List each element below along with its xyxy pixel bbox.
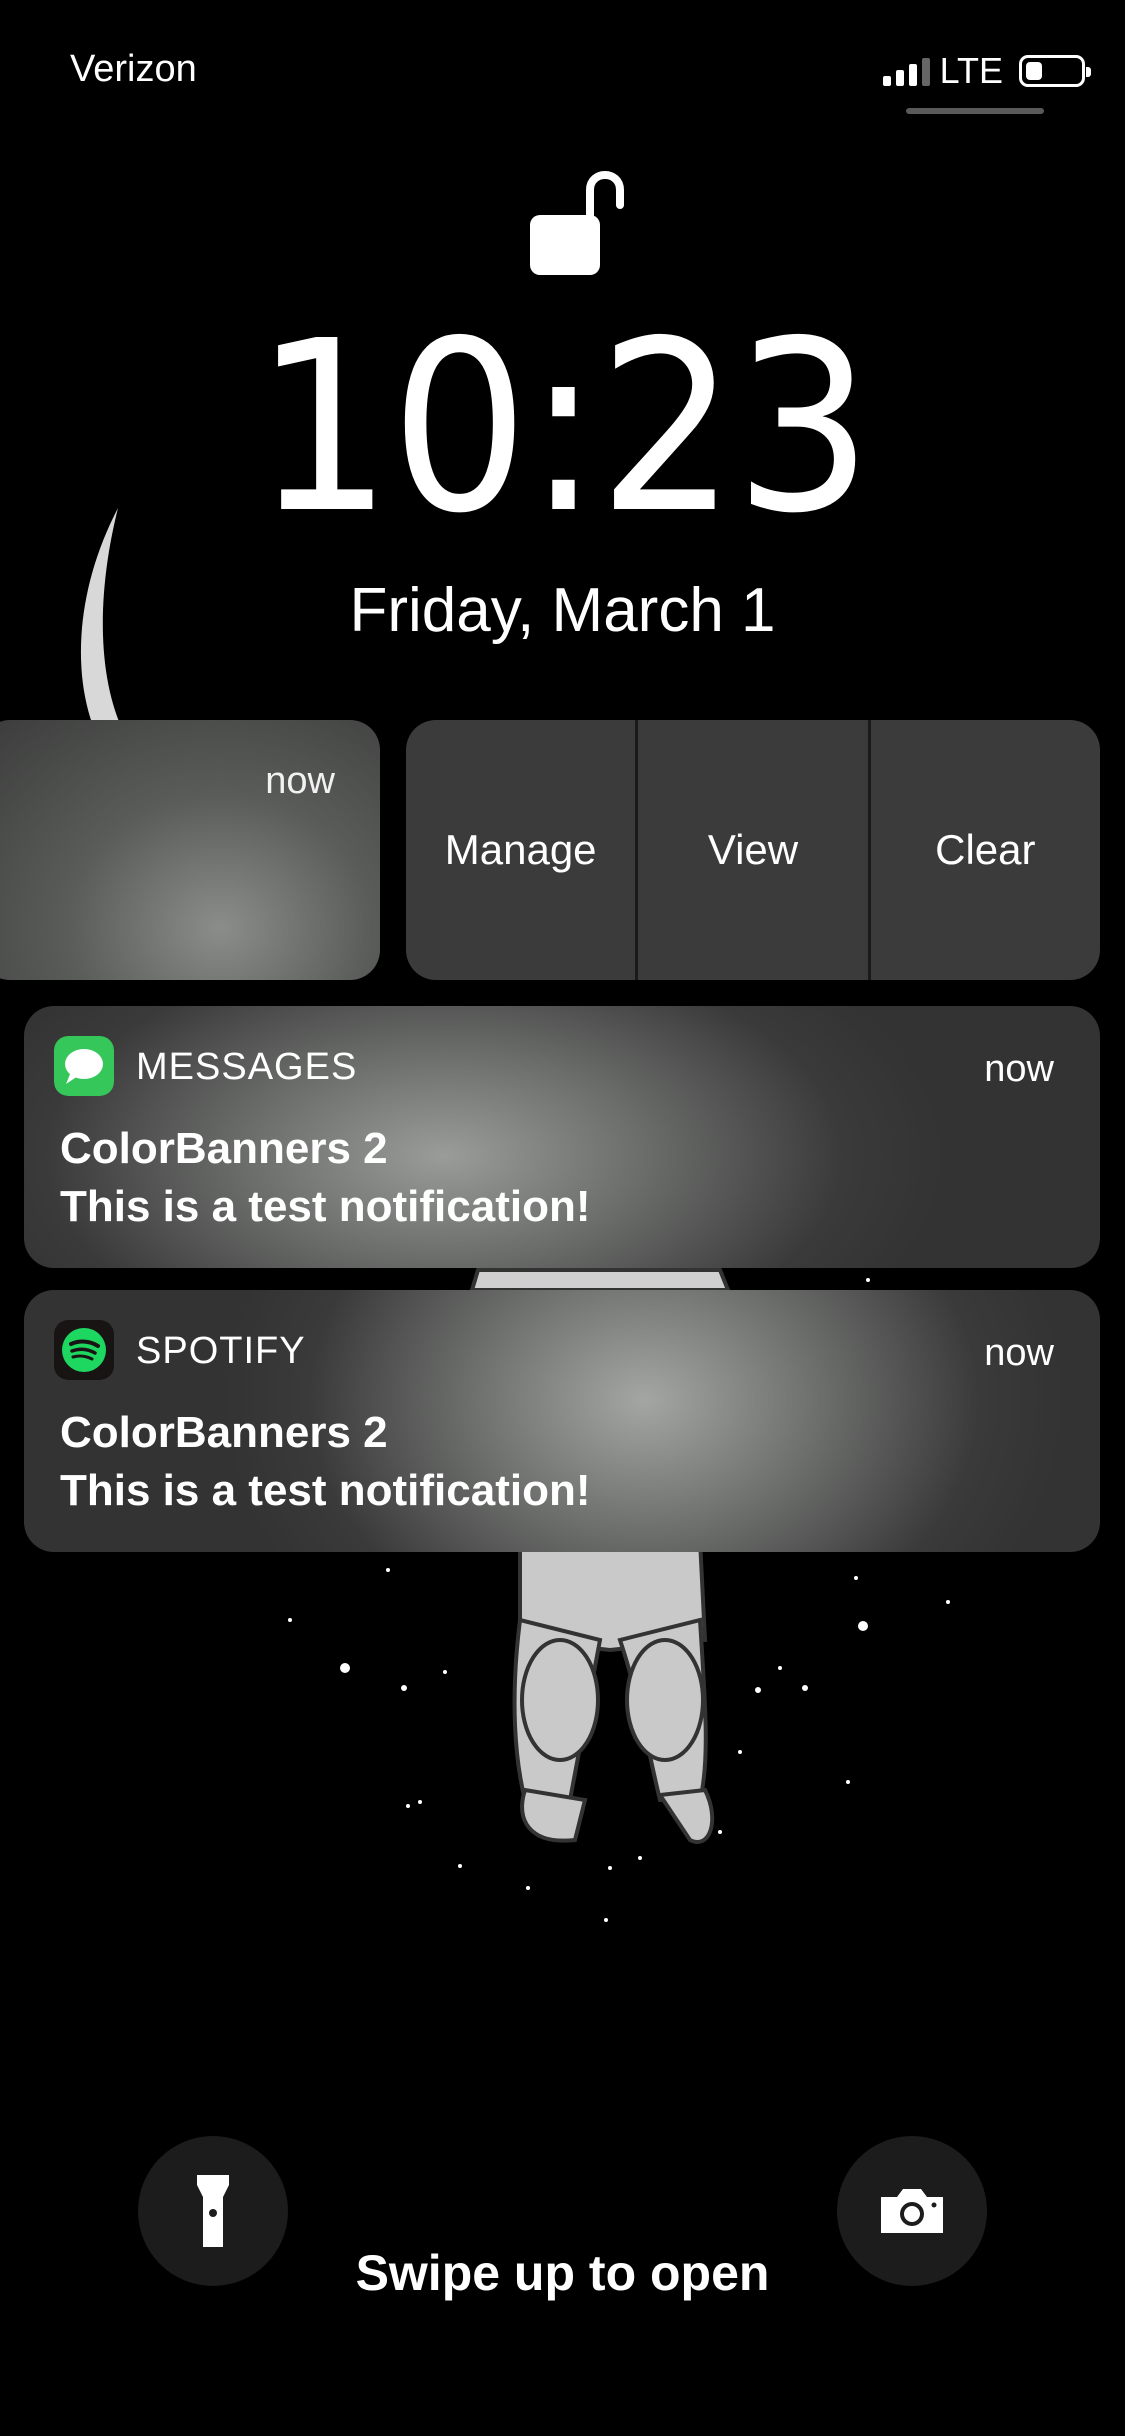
notification-app-name: MESSAGES — [136, 1046, 358, 1088]
flashlight-icon — [197, 2175, 229, 2247]
messages-notification[interactable]: MESSAGES now ColorBanners 2 This is a te… — [24, 1006, 1100, 1268]
clear-button[interactable]: Clear — [867, 720, 1100, 980]
notification-time: now — [984, 1048, 1054, 1090]
spotify-icon — [54, 1320, 114, 1380]
cellular-signal-icon — [882, 56, 930, 86]
swiped-notification[interactable]: now — [0, 720, 380, 980]
carrier-name: Verizon — [70, 48, 197, 90]
network-type: LTE — [939, 50, 1003, 91]
status-indicators: LTE — [882, 50, 1091, 92]
notification-title: ColorBanners 2 — [60, 1124, 388, 1173]
manage-button[interactable]: Manage — [406, 720, 635, 980]
camera-icon — [881, 2189, 943, 2233]
view-button[interactable]: View — [635, 720, 867, 980]
lock-screen-date: Friday, March 1 — [349, 576, 776, 645]
notification-body: This is a test notification! — [60, 1466, 591, 1515]
notification-time: now — [984, 1332, 1054, 1374]
notification-time: now — [265, 760, 335, 802]
messages-icon — [54, 1036, 114, 1096]
notification-body: This is a test notification! — [60, 1182, 591, 1231]
lock-screen-clock: 10:23 — [254, 290, 872, 565]
notification-actions: Manage View Clear — [406, 720, 1100, 980]
battery-icon — [1019, 55, 1091, 87]
swipe-up-hint: Swipe up to open — [355, 2245, 770, 2301]
notification-app-name: SPOTIFY — [136, 1330, 306, 1372]
unlocked-lock-icon — [530, 171, 624, 275]
notification-title: ColorBanners 2 — [60, 1408, 388, 1457]
control-center-indicator[interactable] — [906, 108, 1044, 114]
spotify-notification[interactable]: SPOTIFY now ColorBanners 2 This is a tes… — [24, 1290, 1100, 1552]
